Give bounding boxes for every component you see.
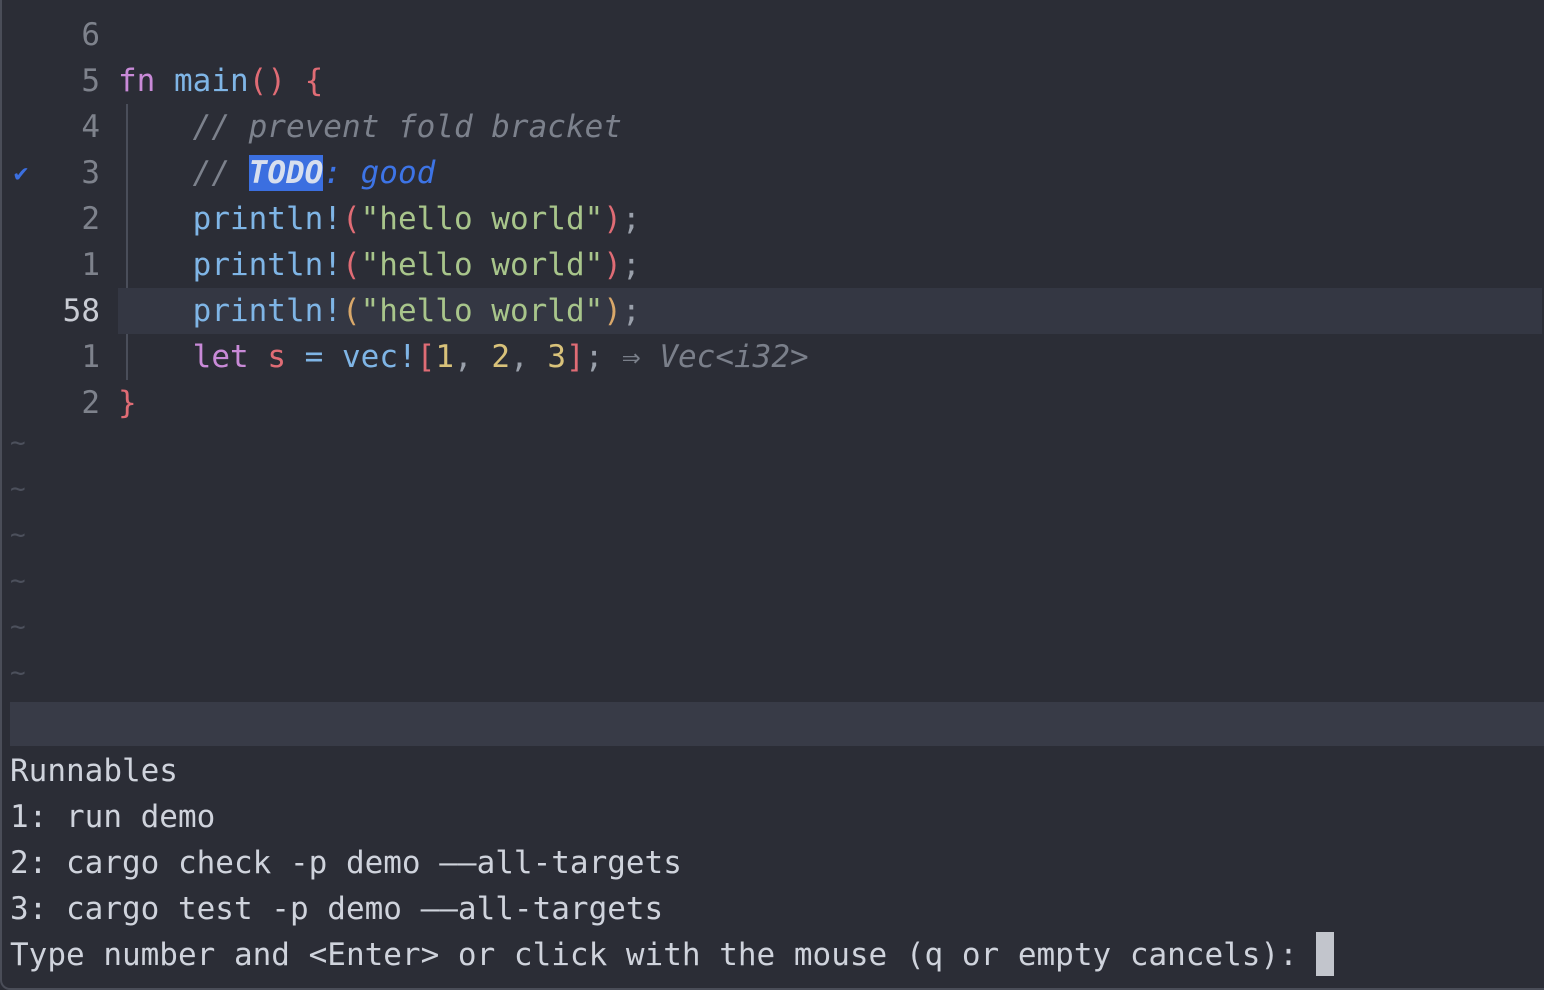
line-number: 4 — [81, 109, 100, 145]
code-token: ; — [621, 293, 641, 329]
code-token: "hello world" — [360, 201, 604, 237]
runnable-option-1[interactable]: 1: run demo — [10, 794, 215, 840]
tilde-marker: ~ — [10, 428, 26, 458]
code-token: , — [454, 339, 492, 375]
text-cursor — [1315, 931, 1334, 976]
code-token: vec! — [342, 339, 417, 375]
code-token: ) — [603, 201, 622, 237]
code-token: 2 — [491, 339, 511, 375]
tilde-marker: ~ — [10, 658, 26, 688]
code-text: fn main() { — [118, 58, 323, 104]
line-number: 2 — [81, 201, 100, 237]
runnable-option-3[interactable]: 3: cargo test -p demo ——all-targets — [10, 886, 663, 932]
code-text: // TODO: good — [118, 150, 435, 196]
prompt-title: Runnables — [10, 753, 178, 789]
status-bar — [10, 702, 1544, 746]
code-token: println! — [192, 293, 342, 329]
code-token: : good — [323, 155, 436, 191]
code-token: ; — [584, 339, 604, 375]
code-token: () — [248, 63, 286, 99]
tilde-marker: ~ — [10, 612, 26, 642]
code-text: println!("hello world"); — [118, 288, 641, 334]
code-token: 3 — [547, 339, 567, 375]
code-token: ( — [341, 201, 361, 237]
code-line[interactable]: 6 — [0, 12, 1544, 58]
line-number: 6 — [81, 17, 100, 53]
code-line[interactable]: 2 println!("hello world"); — [0, 196, 1544, 242]
code-text: // prevent fold bracket — [118, 104, 622, 150]
code-token: ( — [341, 293, 361, 329]
code-token: "hello world" — [360, 247, 604, 283]
code-token: ) — [603, 247, 622, 283]
search-match: TODO — [248, 155, 324, 191]
code-token: // prevent fold bracket — [192, 109, 622, 145]
code-line[interactable]: 58 println!("hello world"); — [0, 288, 1544, 334]
code-token: println! — [192, 247, 342, 283]
code-token: { — [304, 63, 324, 99]
code-line[interactable]: 5 fn main() { — [0, 58, 1544, 104]
code-token: ; — [621, 247, 641, 283]
code-line[interactable]: 1 println!("hello world"); — [0, 242, 1544, 288]
tilde-marker: ~ — [10, 566, 26, 596]
code-token: ; — [621, 201, 641, 237]
code-token: println! — [192, 201, 342, 237]
code-text: println!("hello world"); — [118, 196, 641, 242]
code-line[interactable]: 2} — [0, 380, 1544, 426]
code-token: let — [192, 339, 249, 375]
code-token: fn — [118, 63, 156, 99]
input-prompt-text: Type number and <Enter> or click with th… — [10, 937, 1298, 973]
code-token: s — [267, 339, 286, 375]
line-number: 1 — [81, 247, 100, 283]
line-number: 2 — [81, 385, 100, 421]
code-text: } — [118, 380, 137, 426]
code-token: ( — [341, 247, 361, 283]
code-token: } — [118, 385, 137, 421]
line-number: 58 — [62, 293, 100, 329]
code-token: = — [304, 339, 324, 375]
code-token: ) — [603, 293, 622, 329]
code-token: , — [510, 339, 548, 375]
code-line[interactable]: ✔ 3 // TODO: good — [0, 150, 1544, 196]
inlay-hint: ⇒ Vec<i32> — [603, 339, 809, 375]
code-text: println!("hello world"); — [118, 242, 641, 288]
code-line[interactable]: 1 let s = vec![1, 2, 3]; ⇒ Vec<i32> — [0, 334, 1544, 380]
code-token: main — [174, 63, 249, 99]
runnable-option-2[interactable]: 2: cargo check -p demo ——all-targets — [10, 840, 682, 886]
code-line[interactable]: 4 // prevent fold bracket — [0, 104, 1544, 150]
line-number: 1 — [81, 339, 100, 375]
code-token: // — [192, 155, 249, 191]
code-token: 1 — [435, 339, 455, 375]
tilde-marker: ~ — [10, 520, 26, 550]
code-token: "hello world" — [360, 293, 604, 329]
code-token: [ — [416, 339, 436, 375]
code-text: let s = vec![1, 2, 3]; ⇒ Vec<i32> — [118, 334, 809, 380]
tilde-marker: ~ — [10, 474, 26, 504]
code-token: ] — [566, 339, 585, 375]
line-number: 3 — [81, 155, 100, 191]
input-prompt-line[interactable]: Type number and <Enter> or click with th… — [10, 931, 1334, 978]
line-number: 5 — [81, 63, 100, 99]
